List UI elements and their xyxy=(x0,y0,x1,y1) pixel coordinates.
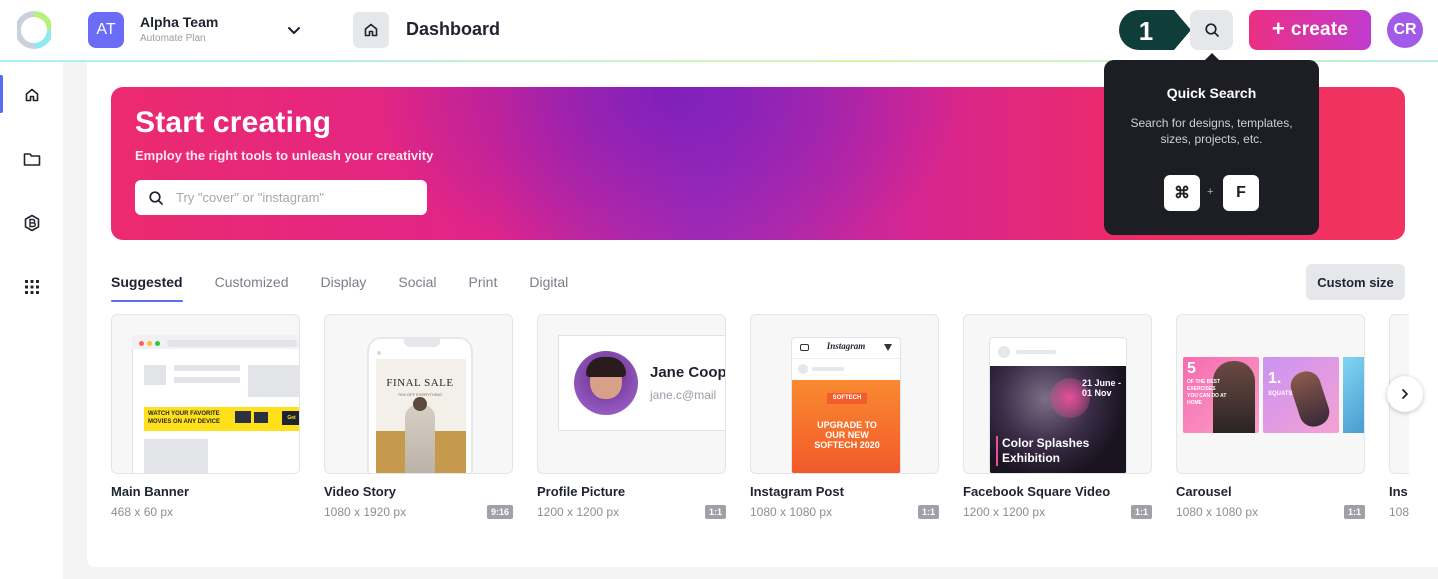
tab-digital[interactable]: Digital xyxy=(529,268,568,302)
insta-company: SOFTECH xyxy=(827,393,867,404)
quick-search-button[interactable] xyxy=(1190,10,1233,50)
card-title: Instagram Post xyxy=(750,484,844,499)
carousel-next-button[interactable] xyxy=(1387,376,1423,412)
fb-headline: Color Splashes Exhibition xyxy=(1002,436,1090,465)
tab-social[interactable]: Social xyxy=(398,268,436,302)
card-size: 1080 x 1920 px xyxy=(324,505,407,519)
brand-kit-icon xyxy=(24,214,39,232)
home-icon xyxy=(25,88,38,102)
profile-email: jane.c@mail xyxy=(650,388,717,402)
story-title: FINAL SALE xyxy=(386,377,454,389)
insta-headline: UPGRADE TO OUR NEW SOFTECH 2020 xyxy=(814,420,880,450)
template-card-instagram-post[interactable]: Instagram SOFTECH UPGRADE TO OUR NEW SOF… xyxy=(750,314,939,519)
tooltip-description: Search for designs, templates, sizes, pr… xyxy=(1130,116,1293,146)
sidebar-item-home[interactable] xyxy=(0,75,63,115)
hero-title: Start creating xyxy=(135,106,332,139)
custom-size-button[interactable]: Custom size xyxy=(1306,264,1405,300)
hero-search-bar[interactable] xyxy=(135,180,427,215)
card-size: 1080 x 1080 px xyxy=(1176,505,1259,519)
card-thumbnail[interactable]: WATCH YOUR FAVORITE MOVIES ON ANY DEVICE… xyxy=(111,314,300,474)
card-size: 1080 x 1080 px xyxy=(750,505,833,519)
template-card-carousel[interactable]: 5 OF THE BEST EXERCISES YOU CAN DO AT HO… xyxy=(1176,314,1365,519)
card-title: Facebook Square Video xyxy=(963,484,1111,499)
folder-icon xyxy=(23,153,40,166)
step-marker: 1 xyxy=(1119,10,1191,50)
search-icon xyxy=(1204,23,1219,37)
command-key: ⌘ xyxy=(1164,175,1200,211)
ratio-badge: 1:1 xyxy=(1343,505,1365,519)
template-tabs: Suggested Customized Display Social Prin… xyxy=(111,268,600,302)
sidebar-item-apps[interactable] xyxy=(0,267,63,307)
template-card-main-banner[interactable]: WATCH YOUR FAVORITE MOVIES ON ANY DEVICE… xyxy=(111,314,300,519)
key-plus: + xyxy=(1207,186,1214,198)
template-card-facebook-square-video[interactable]: 21 June - 01 Nov Color Splashes Exhibiti… xyxy=(963,314,1152,519)
tab-customized[interactable]: Customized xyxy=(215,268,289,302)
filter-icon xyxy=(884,344,892,351)
card-title: Main Banner xyxy=(111,484,190,499)
tab-suggested[interactable]: Suggested xyxy=(111,268,183,302)
template-card-partial[interactable]: Ins 108 xyxy=(1389,314,1409,519)
team-avatar[interactable]: AT xyxy=(88,12,124,48)
page-title: Dashboard xyxy=(406,19,501,39)
ratio-badge: 1:1 xyxy=(704,505,726,519)
sidebar-item-brand[interactable] xyxy=(0,203,63,243)
step-number: 1 xyxy=(1139,16,1153,46)
card-title: Carousel xyxy=(1176,484,1232,499)
app-logo-icon[interactable] xyxy=(17,10,51,50)
chevron-right-icon xyxy=(1402,389,1408,399)
carousel-number-2: 1. xyxy=(1268,370,1282,387)
template-card-video-story[interactable]: FINAL SALE 70% OFF EVERYTHING Video Stor… xyxy=(324,314,513,519)
card-size: 108 xyxy=(1389,505,1409,519)
hero-subtitle: Employ the right tools to unleash your c… xyxy=(135,148,434,163)
user-avatar[interactable]: CR xyxy=(1387,12,1423,48)
ratio-badge: 1:1 xyxy=(917,505,939,519)
profile-name: Jane Coop xyxy=(650,364,726,381)
hero-search-input[interactable] xyxy=(176,190,406,205)
card-title: Video Story xyxy=(324,484,397,499)
tooltip-title: Quick Search xyxy=(1166,85,1257,101)
search-icon xyxy=(149,190,163,205)
card-title: Profile Picture xyxy=(537,484,626,499)
card-thumbnail[interactable]: Jane Coop jane.c@mail xyxy=(537,314,726,474)
ratio-badge: 1:1 xyxy=(1130,505,1152,519)
card-thumbnail[interactable]: FINAL SALE 70% OFF EVERYTHING xyxy=(324,314,513,474)
quick-search-tooltip: Quick Search Search for designs, templat… xyxy=(1104,60,1319,235)
carousel-number: 5 xyxy=(1187,360,1196,377)
banner-ad-text: WATCH YOUR FAVORITE MOVIES ON ANY DEVICE xyxy=(148,411,221,425)
chevron-down-icon[interactable] xyxy=(285,22,303,40)
card-thumbnail[interactable]: Instagram SOFTECH UPGRADE TO OUR NEW SOF… xyxy=(750,314,939,474)
fb-date: 21 June - 01 Nov xyxy=(1082,378,1122,398)
home-icon xyxy=(364,23,378,37)
card-title: Ins xyxy=(1389,484,1408,499)
create-label: create xyxy=(1290,19,1349,40)
carousel-text-2: SQUATS xyxy=(1268,391,1293,397)
plus-icon: + xyxy=(1271,16,1285,41)
card-thumbnail[interactable]: 21 June - 01 Nov Color Splashes Exhibiti… xyxy=(963,314,1152,474)
team-name[interactable]: Alpha Team xyxy=(140,14,218,30)
tab-display[interactable]: Display xyxy=(321,268,367,302)
card-size: 1200 x 1200 px xyxy=(537,505,620,519)
team-plan: Automate Plan xyxy=(140,33,206,44)
card-size: 1200 x 1200 px xyxy=(963,505,1046,519)
apps-grid-icon xyxy=(24,280,39,294)
template-card-profile-picture[interactable]: Jane Coop jane.c@mail Profile Picture 12… xyxy=(537,314,726,519)
dashboard-home-button[interactable] xyxy=(353,12,389,48)
banner-ad-cta: Get xyxy=(282,411,299,425)
tab-print[interactable]: Print xyxy=(469,268,498,302)
sidebar-item-projects[interactable] xyxy=(0,139,63,179)
carousel-text: OF THE BEST EXERCISES YOU CAN DO AT HOME xyxy=(1187,379,1227,406)
create-button[interactable]: + create xyxy=(1249,10,1371,50)
card-thumbnail[interactable]: 5 OF THE BEST EXERCISES YOU CAN DO AT HO… xyxy=(1176,314,1365,474)
f-key: F xyxy=(1223,175,1259,211)
ratio-badge: 9:16 xyxy=(486,505,513,519)
card-size: 468 x 60 px xyxy=(111,505,174,519)
